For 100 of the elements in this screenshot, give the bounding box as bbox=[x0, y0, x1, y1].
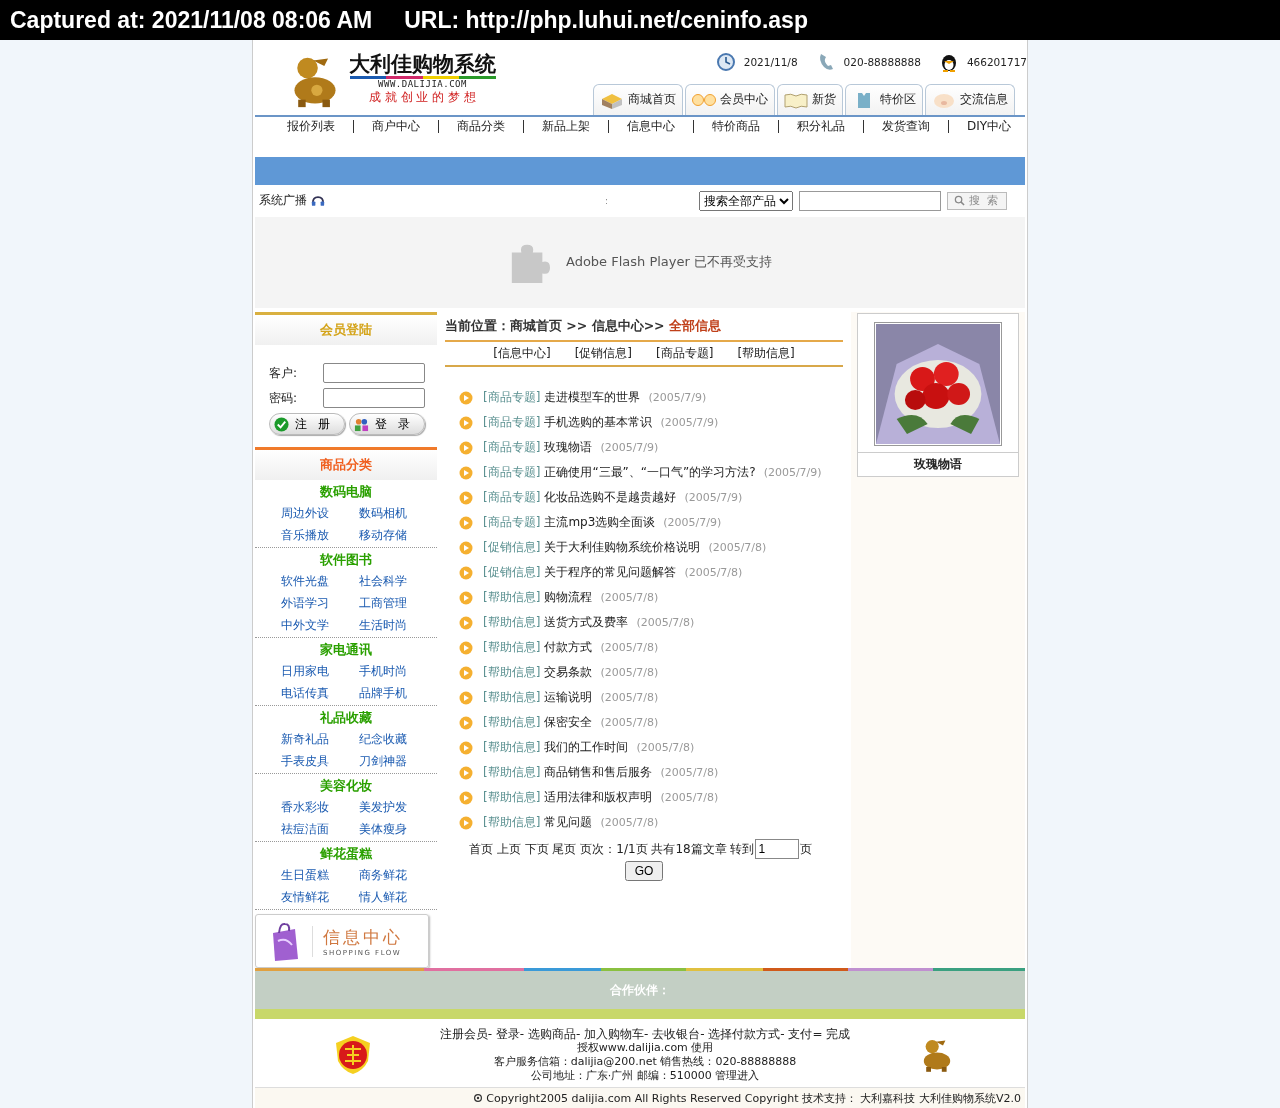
article-category[interactable]: [帮助信息] bbox=[483, 790, 541, 805]
category-link[interactable]: 工商管理 bbox=[359, 592, 437, 615]
nav-link[interactable]: 信息中心 bbox=[608, 119, 694, 133]
category-link[interactable]: 生活时尚 bbox=[359, 614, 437, 637]
article-category[interactable]: [促销信息] bbox=[483, 540, 541, 555]
article-link[interactable]: 商品销售和售后服务 bbox=[544, 765, 653, 780]
article-link[interactable]: 保密安全 bbox=[544, 715, 593, 730]
category-link[interactable]: 情人鲜花 bbox=[359, 886, 437, 909]
category-link[interactable]: 周边外设 bbox=[281, 502, 359, 525]
register-button[interactable]: 注 册 bbox=[269, 413, 346, 436]
breadcrumb-path: 当前位置：商城首页 >> 信息中心>> bbox=[445, 318, 665, 334]
nav-link[interactable]: DIY中心 bbox=[948, 119, 1012, 133]
product-card[interactable]: 玫瑰物语 bbox=[857, 313, 1019, 478]
article-link[interactable]: 主流mp3选购全面谈 bbox=[544, 515, 656, 530]
article-category[interactable]: [商品专题] bbox=[483, 440, 541, 455]
category-link[interactable]: 移动存储 bbox=[359, 524, 437, 547]
bullet-icon bbox=[459, 440, 473, 455]
article-link[interactable]: 交易条款 bbox=[544, 665, 593, 680]
article-category[interactable]: [帮助信息] bbox=[483, 615, 541, 630]
article-link[interactable]: 运输说明 bbox=[544, 690, 593, 705]
category-link[interactable]: 商务鲜花 bbox=[359, 864, 437, 887]
article-link[interactable]: 化妆品选购不是越贵越好 bbox=[544, 490, 677, 505]
article-link[interactable]: 关于程序的常见问题解答 bbox=[544, 565, 677, 580]
category-link[interactable]: 生日蛋糕 bbox=[281, 864, 359, 887]
category-link[interactable]: 外语学习 bbox=[281, 592, 359, 615]
copyright-text: Copyright2005 dalijia.com All Rights Reserved Copyright 技术支持： 大利嘉科技 大利佳购物系统V2.0 bbox=[486, 1090, 1021, 1106]
category-link[interactable]: 软件光盘 bbox=[281, 570, 359, 593]
article-category[interactable]: [帮助信息] bbox=[483, 690, 541, 705]
input-field[interactable] bbox=[323, 363, 425, 384]
article-link[interactable]: 玫瑰物语 bbox=[544, 440, 593, 455]
article-category[interactable]: [商品专题] bbox=[483, 390, 541, 405]
ticker-text: : bbox=[605, 195, 609, 206]
category-link[interactable]: 中外文学 bbox=[281, 614, 359, 637]
article-category[interactable]: [帮助信息] bbox=[483, 640, 541, 655]
nav-link[interactable]: 积分礼品 bbox=[778, 119, 864, 133]
input-field[interactable] bbox=[323, 388, 425, 409]
nav-link[interactable]: 商品分类 bbox=[438, 119, 524, 133]
nav-link[interactable]: 商户中心 bbox=[353, 119, 439, 133]
article-category[interactable]: [帮助信息] bbox=[483, 765, 541, 780]
article-link[interactable]: 正确使用“三最”、“一口气”的学习方法? bbox=[544, 465, 756, 480]
article-link[interactable]: 我们的工作时间 bbox=[544, 740, 629, 755]
category-link[interactable]: 日用家电 bbox=[281, 660, 359, 683]
category-heading: 礼品收藏 bbox=[319, 709, 373, 728]
category-link[interactable]: 电话传真 bbox=[281, 682, 359, 705]
category-link[interactable]: 美发护发 bbox=[359, 796, 437, 819]
nav-tab[interactable]: 交流信息 bbox=[925, 83, 1015, 115]
nav-tab[interactable]: 会员中心 bbox=[685, 83, 775, 115]
category-link[interactable]: 手表皮具 bbox=[281, 750, 359, 773]
category-link[interactable]: 社会科学 bbox=[359, 570, 437, 593]
go-button[interactable]: GO bbox=[624, 861, 664, 882]
article-link[interactable]: 送货方式及费率 bbox=[544, 615, 629, 630]
bullet-icon bbox=[459, 640, 473, 655]
category-link[interactable]: 手机时尚 bbox=[359, 660, 437, 683]
article-link[interactable]: 常见问题 bbox=[544, 815, 593, 830]
article-link[interactable]: 适用法律和版权声明 bbox=[544, 790, 653, 805]
article-link[interactable]: 购物流程 bbox=[544, 590, 593, 605]
category-link[interactable]: 香水彩妆 bbox=[281, 796, 359, 819]
nav-tab[interactable]: 新货 bbox=[777, 83, 843, 115]
nav-link[interactable]: 发货查询 bbox=[863, 119, 949, 133]
nav-link[interactable]: 报价列表 bbox=[268, 119, 354, 133]
partners-title: 合作伙伴： bbox=[610, 981, 670, 999]
nav-link[interactable]: 新品上架 bbox=[523, 119, 609, 133]
article-link[interactable]: 走进模型车的世界 bbox=[544, 390, 641, 405]
nav-tab[interactable]: 特价区 bbox=[845, 83, 923, 115]
article-link[interactable]: 关于大利佳购物系统价格说明 bbox=[544, 540, 701, 555]
article-link[interactable]: 手机选购的基本常识 bbox=[544, 415, 653, 430]
subnav-link[interactable]: [商品专题] bbox=[656, 345, 714, 363]
search-field[interactable] bbox=[798, 190, 941, 211]
subnav-link[interactable]: [促销信息] bbox=[574, 345, 632, 363]
article-category[interactable]: [商品专题] bbox=[483, 490, 541, 505]
nav-tab[interactable]: 商城首页 bbox=[593, 83, 683, 115]
category-link[interactable]: 新奇礼品 bbox=[281, 728, 359, 751]
article-category[interactable]: [帮助信息] bbox=[483, 665, 541, 680]
page-field[interactable]: 1 bbox=[755, 839, 800, 860]
article-category[interactable]: [帮助信息] bbox=[483, 715, 541, 730]
article-category[interactable]: [帮助信息] bbox=[483, 740, 541, 755]
product-name: 玫瑰物语 bbox=[858, 452, 1018, 477]
category-link[interactable]: 祛痘洁面 bbox=[281, 818, 359, 841]
article-category[interactable]: [商品专题] bbox=[483, 415, 541, 430]
pagination-text: 首页 上页 下页 尾页 页次：1/1页 共有18篇文章 转到 bbox=[469, 840, 755, 858]
article-category[interactable]: [商品专题] bbox=[483, 515, 541, 530]
category-link[interactable]: 纪念收藏 bbox=[359, 728, 437, 751]
nav-link[interactable]: 特价商品 bbox=[693, 119, 779, 133]
article-category[interactable]: [促销信息] bbox=[483, 565, 541, 580]
category-link[interactable]: 品牌手机 bbox=[359, 682, 437, 705]
article-category[interactable]: [帮助信息] bbox=[483, 590, 541, 605]
article-category[interactable]: [商品专题] bbox=[483, 465, 541, 480]
article-category[interactable]: [帮助信息] bbox=[483, 815, 541, 830]
category-link[interactable]: 友情鲜花 bbox=[281, 886, 359, 909]
subnav-link[interactable]: [信息中心] bbox=[493, 345, 551, 363]
subnav-link[interactable]: [帮助信息] bbox=[737, 345, 795, 363]
category-link[interactable]: 美体瘦身 bbox=[359, 818, 437, 841]
category-link[interactable]: 刀剑神器 bbox=[359, 750, 437, 773]
category-link[interactable]: 数码相机 bbox=[359, 502, 437, 525]
category-dropdown[interactable]: 搜索全部产品 bbox=[698, 190, 793, 211]
category-link[interactable]: 音乐播放 bbox=[281, 524, 359, 547]
field-label: 密码: bbox=[269, 389, 298, 407]
article-date: (2005/7/8) bbox=[684, 566, 743, 580]
login-button[interactable]: 登 录 bbox=[348, 413, 425, 436]
article-link[interactable]: 付款方式 bbox=[544, 640, 593, 655]
